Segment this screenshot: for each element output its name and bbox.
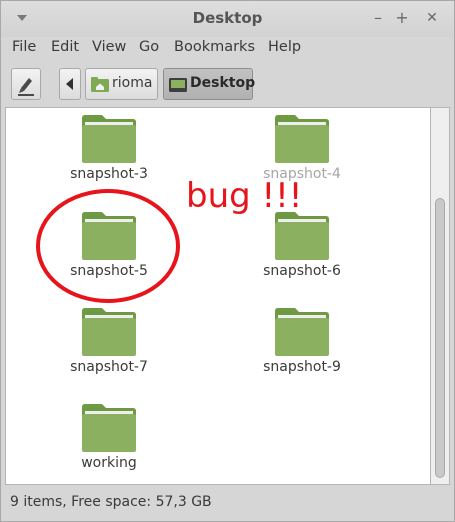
folder-icon <box>82 115 136 163</box>
folder-label: snapshot-4 <box>263 166 341 182</box>
menu-view[interactable]: View <box>92 39 126 55</box>
path-button-desktop[interactable]: Desktop <box>163 68 256 100</box>
title-bar[interactable]: Desktop – + ✕ <box>1 1 454 37</box>
folder-icon <box>82 212 136 260</box>
path-label-rioma: rioma <box>112 75 153 91</box>
maximize-button[interactable]: + <box>393 9 411 27</box>
menu-edit[interactable]: Edit <box>51 39 79 55</box>
menu-file[interactable]: File <box>12 39 36 55</box>
vertical-scrollbar[interactable] <box>431 107 450 485</box>
home-folder-icon <box>91 77 109 92</box>
menu-go[interactable]: Go <box>139 39 159 55</box>
folder-icon <box>275 212 329 260</box>
folder-item[interactable]: snapshot-5 <box>49 211 169 279</box>
folder-label: snapshot-7 <box>70 359 148 375</box>
folder-item[interactable]: working <box>49 403 169 471</box>
folder-label: snapshot-3 <box>70 166 148 182</box>
menu-bookmarks[interactable]: Bookmarks <box>174 39 255 55</box>
status-bar: 9 items, Free space: 57,3 GB <box>1 487 454 521</box>
folder-item[interactable]: snapshot-7 <box>49 307 169 375</box>
desktop-icon <box>169 78 187 92</box>
folder-label: snapshot-5 <box>70 263 148 279</box>
path-button-rioma[interactable]: rioma <box>85 68 158 100</box>
minimize-button[interactable]: – <box>369 9 387 27</box>
folder-icon <box>275 115 329 163</box>
icon-view[interactable]: snapshot-3 snapshot-4 snapshot-5 snapsho… <box>5 107 431 485</box>
close-button[interactable]: ✕ <box>423 9 441 27</box>
file-manager-window: Desktop – + ✕ File Edit View Go Bookmark… <box>0 0 455 522</box>
path-label-desktop: Desktop <box>190 75 256 91</box>
menu-bar: File Edit View Go Bookmarks Help <box>1 37 454 61</box>
folder-item[interactable]: snapshot-3 <box>49 114 169 182</box>
folder-icon <box>82 308 136 356</box>
folder-item[interactable]: snapshot-9 <box>242 307 362 375</box>
left-arrow-icon <box>66 78 73 90</box>
folder-item[interactable]: snapshot-6 <box>242 211 362 279</box>
folder-label: snapshot-9 <box>263 359 341 375</box>
path-back-arrow-button[interactable] <box>59 68 81 100</box>
status-text: 9 items, Free space: 57,3 GB <box>10 494 212 510</box>
folder-item[interactable]: snapshot-4 <box>242 114 362 182</box>
menu-help[interactable]: Help <box>268 39 301 55</box>
folder-label: working <box>81 455 137 471</box>
pencil-icon <box>18 78 34 96</box>
folder-label: snapshot-6 <box>263 263 341 279</box>
scrollbar-thumb[interactable] <box>435 198 445 478</box>
folder-icon <box>275 308 329 356</box>
edit-location-button[interactable] <box>11 68 41 100</box>
location-toolbar: rioma Desktop <box>1 63 454 105</box>
folder-icon <box>82 404 136 452</box>
